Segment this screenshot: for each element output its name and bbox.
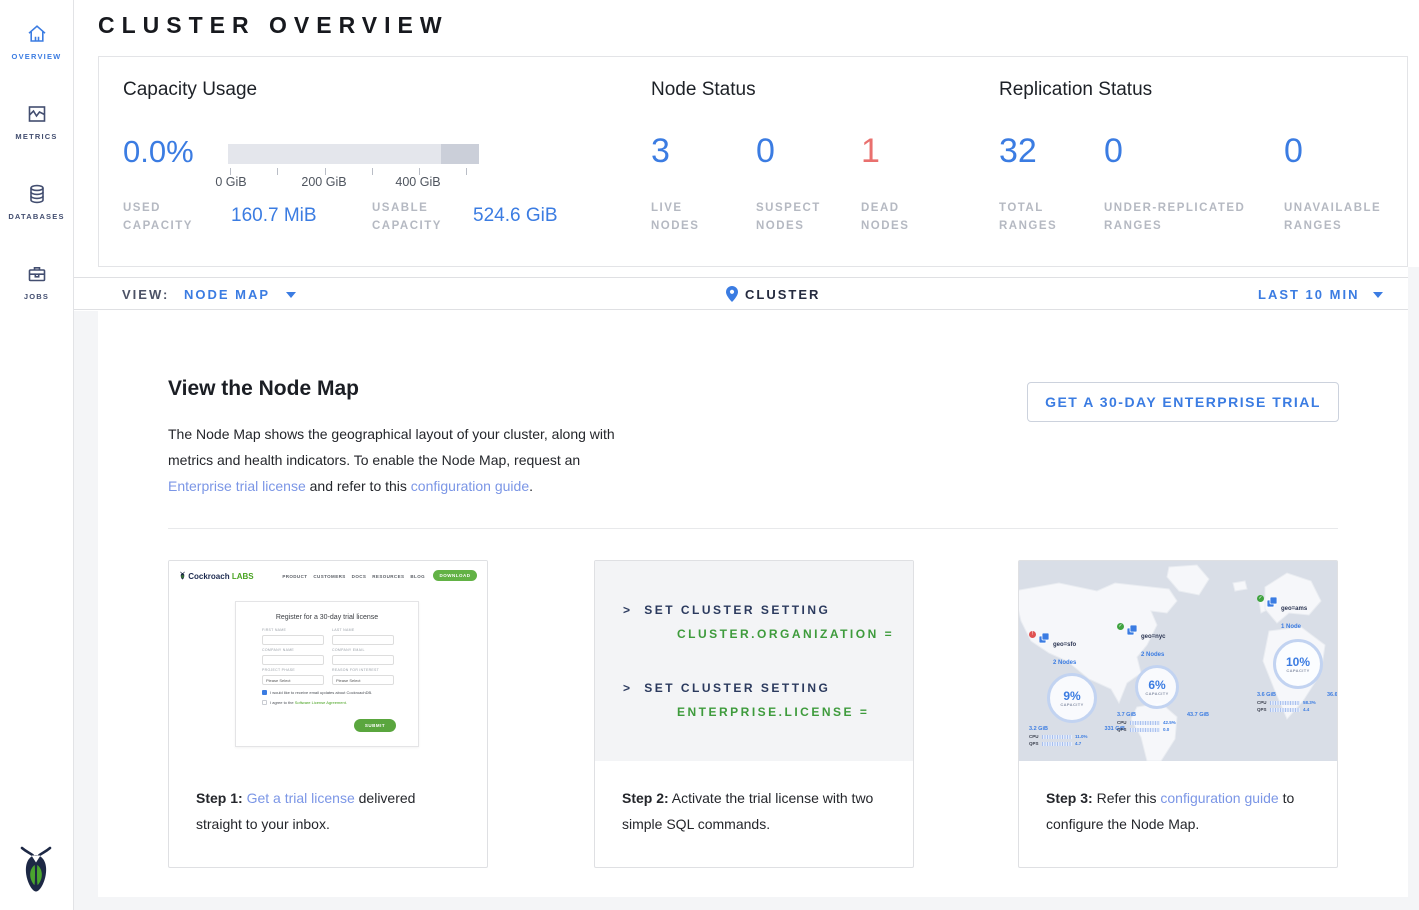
unavailable-ranges-count: 0 <box>1284 132 1303 171</box>
capacity-tick-400: 400 GiB <box>382 175 454 189</box>
step3-card: ! geo=sfo2 Nodes 9% CAPACITY 3.2 GiB331 … <box>1018 560 1338 868</box>
total-ranges-label: TOTAL RANGES <box>999 199 1057 235</box>
step3-caption: Step 3: Refer this configuration guide t… <box>1019 761 1337 837</box>
cluster-summary-panel: Capacity Usage 0.0% 0 GiB 200 GiB 400 Gi… <box>98 56 1408 267</box>
mini-download-button: DOWNLOAD <box>433 570 477 581</box>
mini-input <box>262 635 324 645</box>
sidebar-item-label: METRICS <box>0 132 73 141</box>
description-text: and refer to this <box>306 478 411 494</box>
capacity-used-percent: 0.0% <box>123 134 194 170</box>
total-ranges-count: 32 <box>999 132 1037 171</box>
location-pin-icon <box>726 286 738 307</box>
cockroachdb-logo <box>16 845 56 898</box>
sidebar-item-overview[interactable]: OVERVIEW <box>0 22 73 61</box>
sidebar: OVERVIEW METRICS DATABASES <box>0 0 74 910</box>
sql-code-block: > SET CLUSTER SETTING CLUSTER.ORGANIZATI… <box>595 561 913 761</box>
mini-input <box>332 655 394 665</box>
metrics-chart-icon <box>0 102 73 126</box>
step2-caption: Step 2: Activate the trial license with … <box>595 761 913 837</box>
capacity-tick-0: 0 GiB <box>195 175 267 189</box>
capacity-tick-200: 200 GiB <box>288 175 360 189</box>
description-text: The Node Map shows the geographical layo… <box>168 426 615 468</box>
nodes-icon <box>1267 597 1278 608</box>
dead-nodes-label: DEAD NODES <box>861 199 909 235</box>
step1-caption: Step 1: Get a trial license delivered st… <box>169 761 487 837</box>
database-icon <box>0 182 73 206</box>
cluster-overview-page: OVERVIEW METRICS DATABASES <box>0 0 1419 910</box>
bottom-gutter <box>98 897 1408 910</box>
node-status-title: Node Status <box>651 79 756 101</box>
under-replicated-ranges-label: UNDER-REPLICATED RANGES <box>1104 199 1245 235</box>
replication-status-title: Replication Status <box>999 79 1152 101</box>
mini-submit-button: SUBMIT <box>354 719 396 732</box>
dead-nodes-count: 1 <box>861 132 880 171</box>
cluster-breadcrumb: CLUSTER <box>745 287 820 302</box>
page-title: CLUSTER OVERVIEW <box>98 12 449 39</box>
used-capacity-value: 160.7 MiB <box>231 205 317 227</box>
configuration-guide-link[interactable]: configuration guide <box>1160 790 1278 806</box>
step2-card: > SET CLUSTER SETTING CLUSTER.ORGANIZATI… <box>594 560 914 868</box>
configuration-guide-link[interactable]: configuration guide <box>411 478 529 494</box>
under-replicated-ranges-count: 0 <box>1104 132 1123 171</box>
capacity-gauge: 6% CAPACITY <box>1135 665 1179 709</box>
step1-card: Cockroach LABS PRODUCTCUSTOMERSDOCSRESOU… <box>168 560 488 868</box>
live-nodes-label: LIVE NODES <box>651 199 699 235</box>
mini-checkbox <box>262 700 267 705</box>
mini-register-form: Register for a 30-day trial license FIRS… <box>235 601 419 747</box>
description-text: . <box>529 478 533 494</box>
get-trial-license-link[interactable]: Get a trial license <box>247 790 355 806</box>
capacity-usage-title: Capacity Usage <box>123 79 257 101</box>
node-map-heading: View the Node Map <box>168 377 359 401</box>
mini-checkbox-checked <box>262 690 267 695</box>
mini-select: Please Select <box>332 675 394 685</box>
view-bar: VIEW: NODE MAP CLUSTER LAST 10 MIN <box>74 277 1408 310</box>
node-map-description: The Node Map shows the geographical layo… <box>168 421 630 499</box>
sidebar-item-label: DATABASES <box>0 212 73 221</box>
enterprise-trial-button[interactable]: GET A 30-DAY ENTERPRISE TRIAL <box>1027 382 1339 422</box>
sidebar-item-label: JOBS <box>0 292 73 301</box>
live-nodes-count: 3 <box>651 132 670 171</box>
home-icon <box>0 22 73 46</box>
used-capacity-label: USED CAPACITY <box>123 199 193 235</box>
mini-select: Please Select <box>262 675 324 685</box>
sidebar-item-jobs[interactable]: JOBS <box>0 262 73 301</box>
capacity-bar <box>228 144 479 164</box>
left-gutter <box>74 311 98 910</box>
chevron-down-icon[interactable] <box>286 292 296 298</box>
section-divider <box>168 528 1338 529</box>
chevron-down-icon[interactable] <box>1373 292 1383 298</box>
error-badge-icon: ! <box>1029 631 1036 638</box>
register-screenshot: Cockroach LABS PRODUCTCUSTOMERSDOCSRESOU… <box>169 561 487 761</box>
view-label: VIEW: <box>122 287 169 302</box>
view-selector[interactable]: NODE MAP <box>184 287 270 302</box>
briefcase-icon <box>0 262 73 286</box>
node-map-preview: ! geo=sfo2 Nodes 9% CAPACITY 3.2 GiB331 … <box>1019 561 1337 761</box>
time-range-selector[interactable]: LAST 10 MIN <box>1258 287 1359 302</box>
sidebar-item-metrics[interactable]: METRICS <box>0 102 73 141</box>
locality-ams: ✓ geo=ams1 Node 10% CAPACITY 3.6 GiB36.6… <box>1257 597 1337 712</box>
mini-nav: PRODUCTCUSTOMERSDOCSRESOURCESBLOG <box>276 574 425 579</box>
unavailable-ranges-label: UNAVAILABLE RANGES <box>1284 199 1381 235</box>
right-gutter <box>1408 267 1419 910</box>
capacity-bar-segment <box>441 144 479 164</box>
sidebar-item-label: OVERVIEW <box>0 52 73 61</box>
cockroach-labs-logo: Cockroach LABS <box>179 571 254 581</box>
sidebar-item-databases[interactable]: DATABASES <box>0 182 73 221</box>
usable-capacity-label: USABLE CAPACITY <box>372 199 442 235</box>
locality-nyc: ✓ geo=nyc2 Nodes 6% CAPACITY 3.7 GiB43.7… <box>1117 625 1237 732</box>
capacity-gauge: 10% CAPACITY <box>1273 639 1323 689</box>
suspect-nodes-label: SUSPECT NODES <box>756 199 821 235</box>
usable-capacity-value: 524.6 GiB <box>473 205 558 227</box>
mini-input <box>262 655 324 665</box>
capacity-gauge: 9% CAPACITY <box>1047 673 1097 723</box>
mini-form-title: Register for a 30-day trial license <box>236 614 418 621</box>
ok-badge-icon: ✓ <box>1117 623 1124 630</box>
enterprise-trial-license-link[interactable]: Enterprise trial license <box>168 478 306 494</box>
nodes-icon <box>1127 625 1138 636</box>
ok-badge-icon: ✓ <box>1257 595 1264 602</box>
mini-input <box>332 635 394 645</box>
nodes-icon <box>1039 633 1050 644</box>
suspect-nodes-count: 0 <box>756 132 775 171</box>
